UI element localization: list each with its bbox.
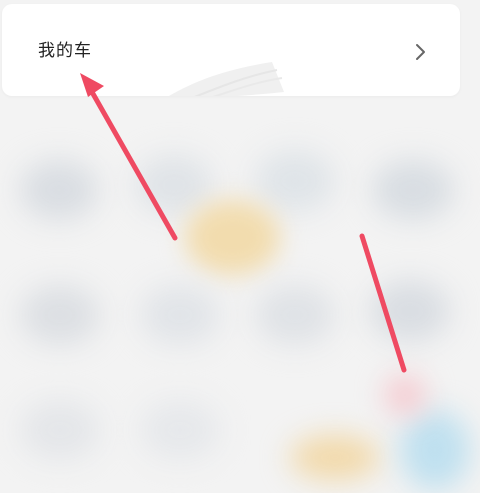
decorative-paper-graphic xyxy=(168,62,284,96)
blurred-content-area xyxy=(0,110,480,493)
chevron-right-icon[interactable] xyxy=(412,42,430,62)
my-car-label: 我的车 xyxy=(38,41,92,61)
my-car-menu-item[interactable]: 我的车 xyxy=(2,4,460,96)
